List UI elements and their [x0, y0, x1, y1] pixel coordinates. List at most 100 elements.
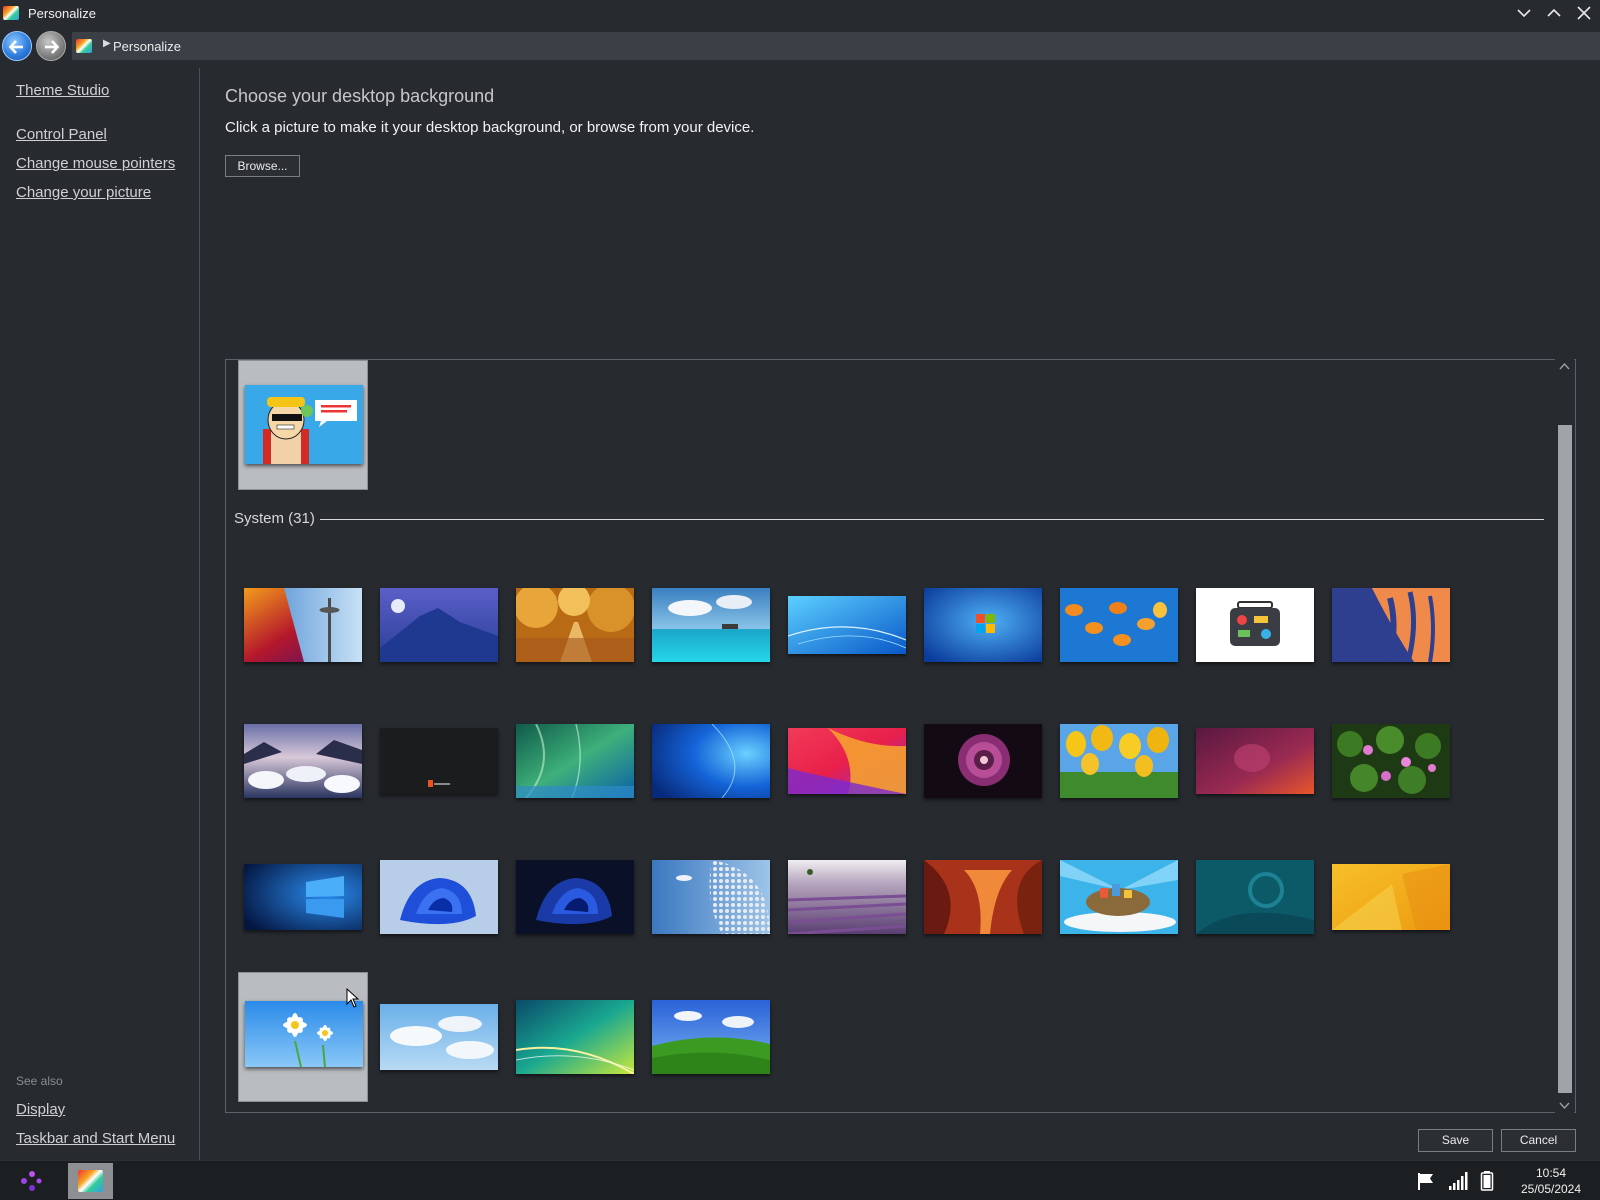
- wallpaper-thumbnail: [788, 860, 906, 934]
- chevron-right-icon[interactable]: ▶: [103, 38, 111, 49]
- wallpaper-tile[interactable]: [238, 836, 368, 966]
- page-title: Choose your desktop background: [225, 86, 495, 106]
- wallpaper-thumbnail: [1196, 588, 1314, 662]
- scroll-down-icon[interactable]: [1555, 1099, 1574, 1111]
- back-button[interactable]: [2, 31, 32, 61]
- wallpaper-thumbnail: [380, 860, 498, 934]
- wallpaper-tile[interactable]: [646, 564, 776, 694]
- address-bar: ▶ Personalize: [0, 30, 1600, 62]
- wallpaper-thumbnail: [244, 588, 362, 662]
- sidebar-link-change-mouse-pointers[interactable]: Change mouse pointers: [16, 155, 175, 172]
- wallpaper-tile[interactable]: [238, 700, 368, 830]
- sidebar-link-display[interactable]: Display: [16, 1101, 65, 1118]
- wallpaper-thumbnail: [516, 1000, 634, 1074]
- wallpaper-tile[interactable]: [646, 700, 776, 830]
- wallpaper-tile[interactable]: [510, 700, 640, 830]
- arrow-left-icon: [8, 40, 23, 54]
- wallpaper-tile[interactable]: [646, 836, 776, 966]
- wallpaper-thumbnail: [244, 864, 362, 930]
- flag-icon[interactable]: [1416, 1171, 1436, 1191]
- wallpaper-thumbnail: [788, 596, 906, 654]
- wallpaper-tile[interactable]: [374, 836, 504, 966]
- close-button[interactable]: [1571, 2, 1597, 24]
- cancel-button[interactable]: Cancel: [1501, 1129, 1576, 1152]
- arrow-right-icon: [45, 40, 60, 54]
- wallpaper-tile[interactable]: [510, 564, 640, 694]
- forward-button[interactable]: [36, 31, 66, 61]
- save-button[interactable]: Save: [1418, 1129, 1493, 1152]
- scrollbar-thumb[interactable]: [1558, 425, 1572, 1093]
- wallpaper-tile[interactable]: [1190, 700, 1320, 830]
- wallpaper-tile[interactable]: [918, 836, 1048, 966]
- wallpaper-thumbnail: [924, 860, 1042, 934]
- taskbar-app-personalize[interactable]: [68, 1163, 113, 1199]
- wallpaper-tile[interactable]: [918, 700, 1048, 830]
- maximize-button[interactable]: [1541, 2, 1567, 24]
- wallpaper-tile[interactable]: [1190, 564, 1320, 694]
- wallpaper-tile[interactable]: [782, 836, 912, 966]
- sidebar: Theme Studio Control Panel Change mouse …: [0, 68, 200, 1160]
- breadcrumb-personalize[interactable]: Personalize: [113, 39, 181, 54]
- wallpaper-tile[interactable]: [1326, 836, 1456, 966]
- wallpaper-thumbnail: [380, 1004, 498, 1070]
- battery-icon[interactable]: [1480, 1171, 1494, 1191]
- wallpaper-tile[interactable]: [1326, 700, 1456, 830]
- wallpaper-tile[interactable]: [238, 564, 368, 694]
- address-path[interactable]: ▶ Personalize: [72, 32, 1600, 60]
- window-title: Personalize: [28, 6, 96, 21]
- wallpaper-gallery: System (31): [225, 359, 1576, 1113]
- chevron-down-icon: [1517, 9, 1531, 18]
- wallpaper-thumbnail: [516, 724, 634, 798]
- wallpaper-tile[interactable]: [1054, 700, 1184, 830]
- taskbar: 10:54 25/05/2024: [0, 1160, 1600, 1200]
- wallpaper-thumbnail: [924, 588, 1042, 662]
- wallpaper-thumbnail: [652, 588, 770, 662]
- wallpaper-thumbnail: [652, 724, 770, 798]
- wallpaper-thumbnail: [1060, 588, 1178, 662]
- wallpaper-thumbnail: [788, 728, 906, 794]
- personalize-app-icon: [78, 1170, 103, 1192]
- wallpaper-tile[interactable]: [374, 972, 504, 1102]
- wallpaper-thumbnail: [1196, 728, 1314, 794]
- signal-icon[interactable]: [1448, 1171, 1468, 1191]
- wallpaper-thumbnail: [516, 860, 634, 934]
- wallpaper-thumbnail: [652, 1000, 770, 1074]
- wallpaper-current[interactable]: [238, 360, 368, 490]
- wallpaper-tile[interactable]: [1190, 836, 1320, 966]
- wallpaper-tile[interactable]: [1326, 564, 1456, 694]
- wallpaper-tile[interactable]: [782, 564, 912, 694]
- browse-button[interactable]: Browse...: [225, 155, 300, 177]
- wallpaper-tile[interactable]: [510, 972, 640, 1102]
- clock-date[interactable]: 25/05/2024: [1506, 1182, 1596, 1196]
- wallpaper-tile[interactable]: [510, 836, 640, 966]
- sidebar-link-change-your-picture[interactable]: Change your picture: [16, 184, 151, 201]
- close-icon: [1577, 6, 1591, 20]
- wallpaper-thumbnail: [1060, 860, 1178, 934]
- wallpaper-thumbnail: [1332, 864, 1450, 930]
- see-also-label: See also: [16, 1074, 63, 1088]
- sidebar-link-taskbar-and-start-menu[interactable]: Taskbar and Start Menu: [16, 1130, 175, 1147]
- minimize-button[interactable]: [1511, 2, 1537, 24]
- personalize-app-icon: [76, 39, 92, 53]
- clock-time[interactable]: 10:54: [1506, 1166, 1596, 1180]
- gallery-scrollbar[interactable]: [1555, 359, 1574, 1113]
- wallpaper-tile[interactable]: [374, 564, 504, 694]
- title-bar: Personalize: [0, 0, 1600, 28]
- wallpaper-tile[interactable]: [646, 972, 776, 1102]
- wallpaper-tile[interactable]: [374, 700, 504, 830]
- wallpaper-tile[interactable]: [918, 564, 1048, 694]
- wallpaper-thumbnail: [1332, 724, 1450, 798]
- sidebar-link-theme-studio[interactable]: Theme Studio: [16, 82, 109, 99]
- start-menu-icon[interactable]: [18, 1169, 44, 1193]
- wallpaper-thumbnail: [652, 860, 770, 934]
- scroll-up-icon[interactable]: [1555, 361, 1574, 373]
- wallpaper-thumbnail: [1332, 588, 1450, 662]
- personalize-app-icon: [3, 6, 19, 20]
- wallpaper-thumbnail: [245, 1001, 363, 1067]
- wallpaper-tile[interactable]: [782, 700, 912, 830]
- wallpaper-thumbnail: [380, 728, 498, 794]
- wallpaper-tile[interactable]: [1054, 836, 1184, 966]
- sidebar-link-control-panel[interactable]: Control Panel: [16, 126, 107, 143]
- wallpaper-tile[interactable]: [1054, 564, 1184, 694]
- page-description: Click a picture to make it your desktop …: [225, 119, 755, 136]
